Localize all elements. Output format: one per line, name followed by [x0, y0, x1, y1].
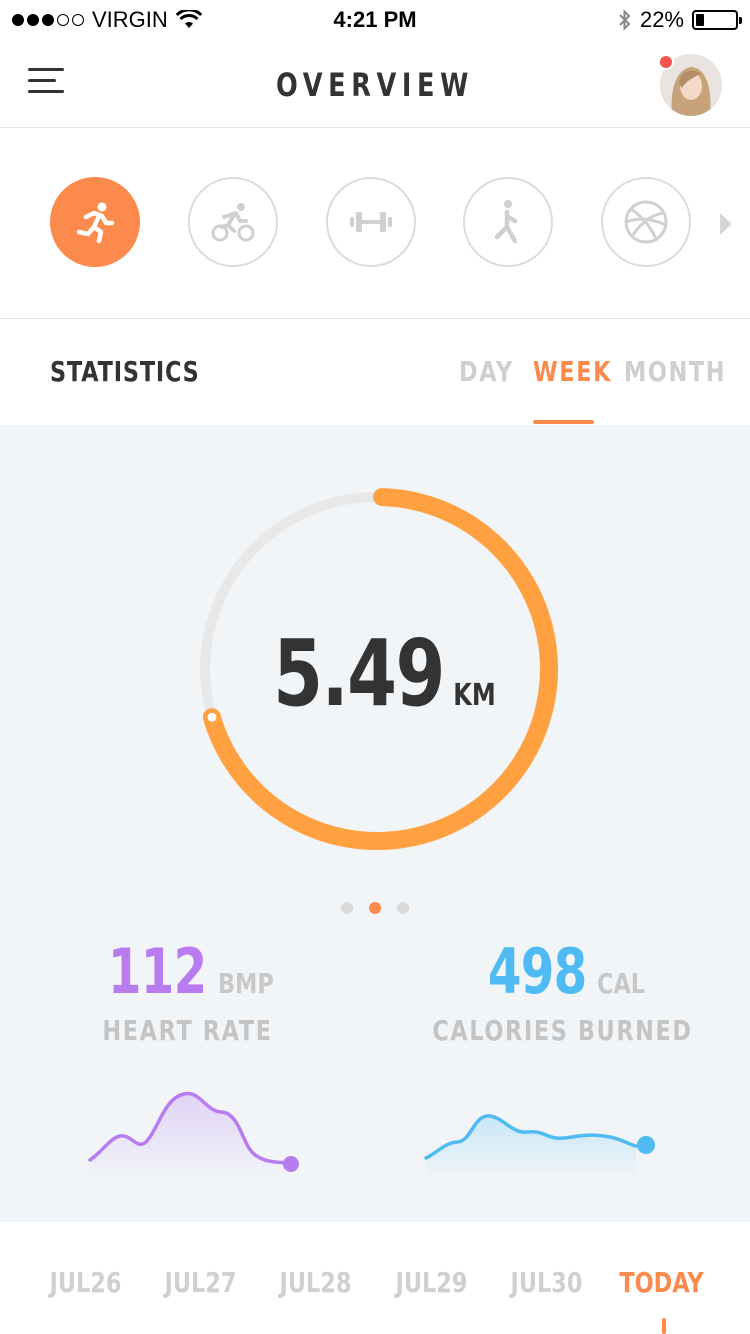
status-right: 22% [618, 7, 742, 33]
heart-rate-metric: 112 BMP HEART RATE [0, 935, 375, 1047]
heart-rate-endpoint [283, 1156, 299, 1172]
calories-metric: 498 CAL CALORIES BURNED [375, 935, 750, 1047]
tab-month[interactable]: MONTH [624, 355, 726, 388]
battery-level [696, 14, 705, 26]
distance-unit: KM [453, 678, 496, 713]
app-header: OVERVIEW [0, 40, 750, 128]
basketball-icon [624, 200, 668, 244]
date-selector: JUL26 JUL27 JUL28 JUL29 JUL30 TODAY [0, 1222, 750, 1334]
dumbbell-icon [350, 212, 392, 232]
activity-walking-button[interactable] [463, 177, 553, 267]
bluetooth-icon [619, 9, 631, 31]
page-indicator[interactable] [0, 902, 750, 914]
statistics-bar: STATISTICS DAY WEEK MONTH [0, 319, 750, 425]
battery-icon [692, 10, 742, 30]
active-date-indicator [662, 1318, 666, 1334]
notification-dot [658, 54, 674, 70]
date-item[interactable]: JUL26 [40, 1266, 132, 1299]
battery-percent: 22% [639, 7, 684, 32]
calories-endpoint [637, 1136, 655, 1154]
activity-basketball-button[interactable] [601, 177, 691, 267]
page-dot[interactable] [341, 902, 353, 914]
cycling-icon [211, 203, 255, 242]
date-item[interactable]: JUL28 [270, 1266, 362, 1299]
date-item[interactable]: JUL29 [386, 1266, 478, 1299]
activity-cycling-button[interactable] [188, 177, 278, 267]
calories-value: 498 [487, 935, 587, 1008]
chevron-right-icon[interactable] [720, 213, 732, 235]
statistics-label: STATISTICS [50, 355, 200, 388]
tab-day[interactable]: DAY [459, 355, 514, 388]
tab-week[interactable]: WEEK [533, 355, 612, 388]
date-item[interactable]: JUL27 [155, 1266, 247, 1299]
calories-label: CALORIES BURNED [432, 1014, 693, 1047]
date-item-today[interactable]: TODAY [616, 1266, 708, 1299]
calories-unit: CAL [596, 967, 645, 1000]
page-dot-active[interactable] [369, 902, 381, 914]
date-item[interactable]: JUL30 [501, 1266, 593, 1299]
page-title: OVERVIEW [276, 66, 474, 104]
running-icon [76, 202, 115, 244]
page-dot[interactable] [397, 902, 409, 914]
activity-running-button[interactable] [50, 177, 140, 267]
distance-value: 5.49 [272, 620, 445, 727]
stats-panel: 5.49 KM 112 BMP HEART RATE 498 CAL CALOR… [0, 425, 750, 1222]
heart-rate-label: HEART RATE [102, 1014, 273, 1047]
walking-icon [494, 200, 518, 244]
heart-rate-sparkline [88, 1091, 299, 1180]
distance-readout: 5.49 KM [0, 620, 750, 727]
active-tab-indicator [533, 420, 594, 424]
hamburger-icon[interactable] [28, 68, 68, 102]
activity-weights-button[interactable] [326, 177, 416, 267]
status-bar: VIRGIN 4:21 PM 22% [0, 0, 750, 40]
heart-rate-value: 112 [108, 935, 207, 1008]
calories-sparkline [424, 1114, 655, 1180]
heart-rate-unit: BMP [218, 967, 274, 1000]
activity-selector [0, 129, 750, 319]
calories-area [426, 1115, 636, 1180]
